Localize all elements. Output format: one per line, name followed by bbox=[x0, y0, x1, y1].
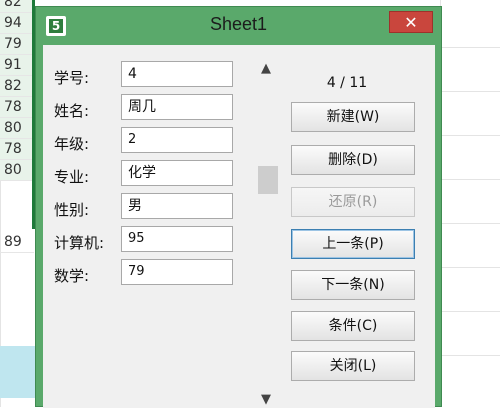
cell-value[interactable]: 80 bbox=[0, 160, 34, 181]
close-dialog-button[interactable]: 关闭(L) bbox=[291, 351, 415, 381]
grid-line bbox=[440, 179, 500, 180]
field-label-grade: 年级: bbox=[54, 135, 90, 153]
previous-record-button[interactable]: 上一条(P) bbox=[291, 229, 415, 259]
cell-value[interactable]: 80 bbox=[0, 118, 34, 139]
cell-value[interactable]: 78 bbox=[0, 139, 34, 160]
field-label-gender: 性别: bbox=[54, 201, 90, 219]
cell-value[interactable]: 79 bbox=[0, 34, 34, 55]
cell-value[interactable]: 94 bbox=[0, 13, 34, 34]
field-input-student-id[interactable]: 4 bbox=[121, 61, 233, 87]
field-input-math[interactable]: 79 bbox=[121, 259, 233, 285]
delete-record-button[interactable]: 删除(D) bbox=[291, 145, 415, 175]
criteria-button[interactable]: 条件(C) bbox=[291, 311, 415, 341]
grid-line bbox=[440, 355, 500, 356]
field-label-major: 专业: bbox=[54, 168, 90, 186]
dialog-body: 学号: 4 姓名: 周几 年级: 2 专业: 化学 性别: 男 计算机: 95 … bbox=[43, 45, 435, 408]
restore-button[interactable]: 还原(R) bbox=[291, 187, 415, 217]
grid-line bbox=[440, 47, 500, 48]
field-input-grade[interactable]: 2 bbox=[121, 127, 233, 153]
scroll-up-icon[interactable]: ▲ bbox=[261, 61, 271, 76]
grid-line bbox=[440, 223, 500, 224]
new-record-button[interactable]: 新建(W) bbox=[291, 102, 415, 132]
grid-line bbox=[440, 311, 500, 312]
cell-value[interactable]: 89 bbox=[0, 232, 34, 253]
record-dialog: 5 Sheet1 ✕ 学号: 4 姓名: 周几 年级: 2 专业: 化学 性别:… bbox=[35, 6, 442, 408]
next-record-button[interactable]: 下一条(N) bbox=[291, 270, 415, 300]
field-label-computer: 计算机: bbox=[54, 234, 105, 252]
record-counter: 4 / 11 bbox=[326, 75, 368, 91]
scroll-down-icon[interactable]: ▼ bbox=[261, 392, 271, 407]
grid-line bbox=[440, 135, 500, 136]
field-input-gender[interactable]: 男 bbox=[121, 193, 233, 219]
record-scrollbar[interactable]: ▲ ▼ bbox=[256, 57, 280, 408]
field-input-name[interactable]: 周几 bbox=[121, 94, 233, 120]
cell-value[interactable]: 78 bbox=[0, 97, 34, 118]
field-input-computer[interactable]: 95 bbox=[121, 226, 233, 252]
cell-value[interactable]: 91 bbox=[0, 55, 34, 76]
dialog-titlebar[interactable]: 5 Sheet1 ✕ bbox=[36, 7, 441, 45]
dialog-title: Sheet1 bbox=[209, 14, 268, 34]
cell-value[interactable]: 82 bbox=[0, 76, 34, 97]
field-label-math: 数学: bbox=[54, 267, 90, 285]
grid-line bbox=[440, 267, 500, 268]
field-label-name: 姓名: bbox=[54, 102, 90, 120]
cell-value[interactable]: 82 bbox=[0, 0, 34, 13]
scroll-thumb[interactable] bbox=[258, 166, 278, 194]
field-label-student-id: 学号: bbox=[54, 69, 90, 87]
grid-line bbox=[440, 91, 500, 92]
field-input-major[interactable]: 化学 bbox=[121, 160, 233, 186]
close-icon[interactable]: ✕ bbox=[389, 11, 433, 33]
